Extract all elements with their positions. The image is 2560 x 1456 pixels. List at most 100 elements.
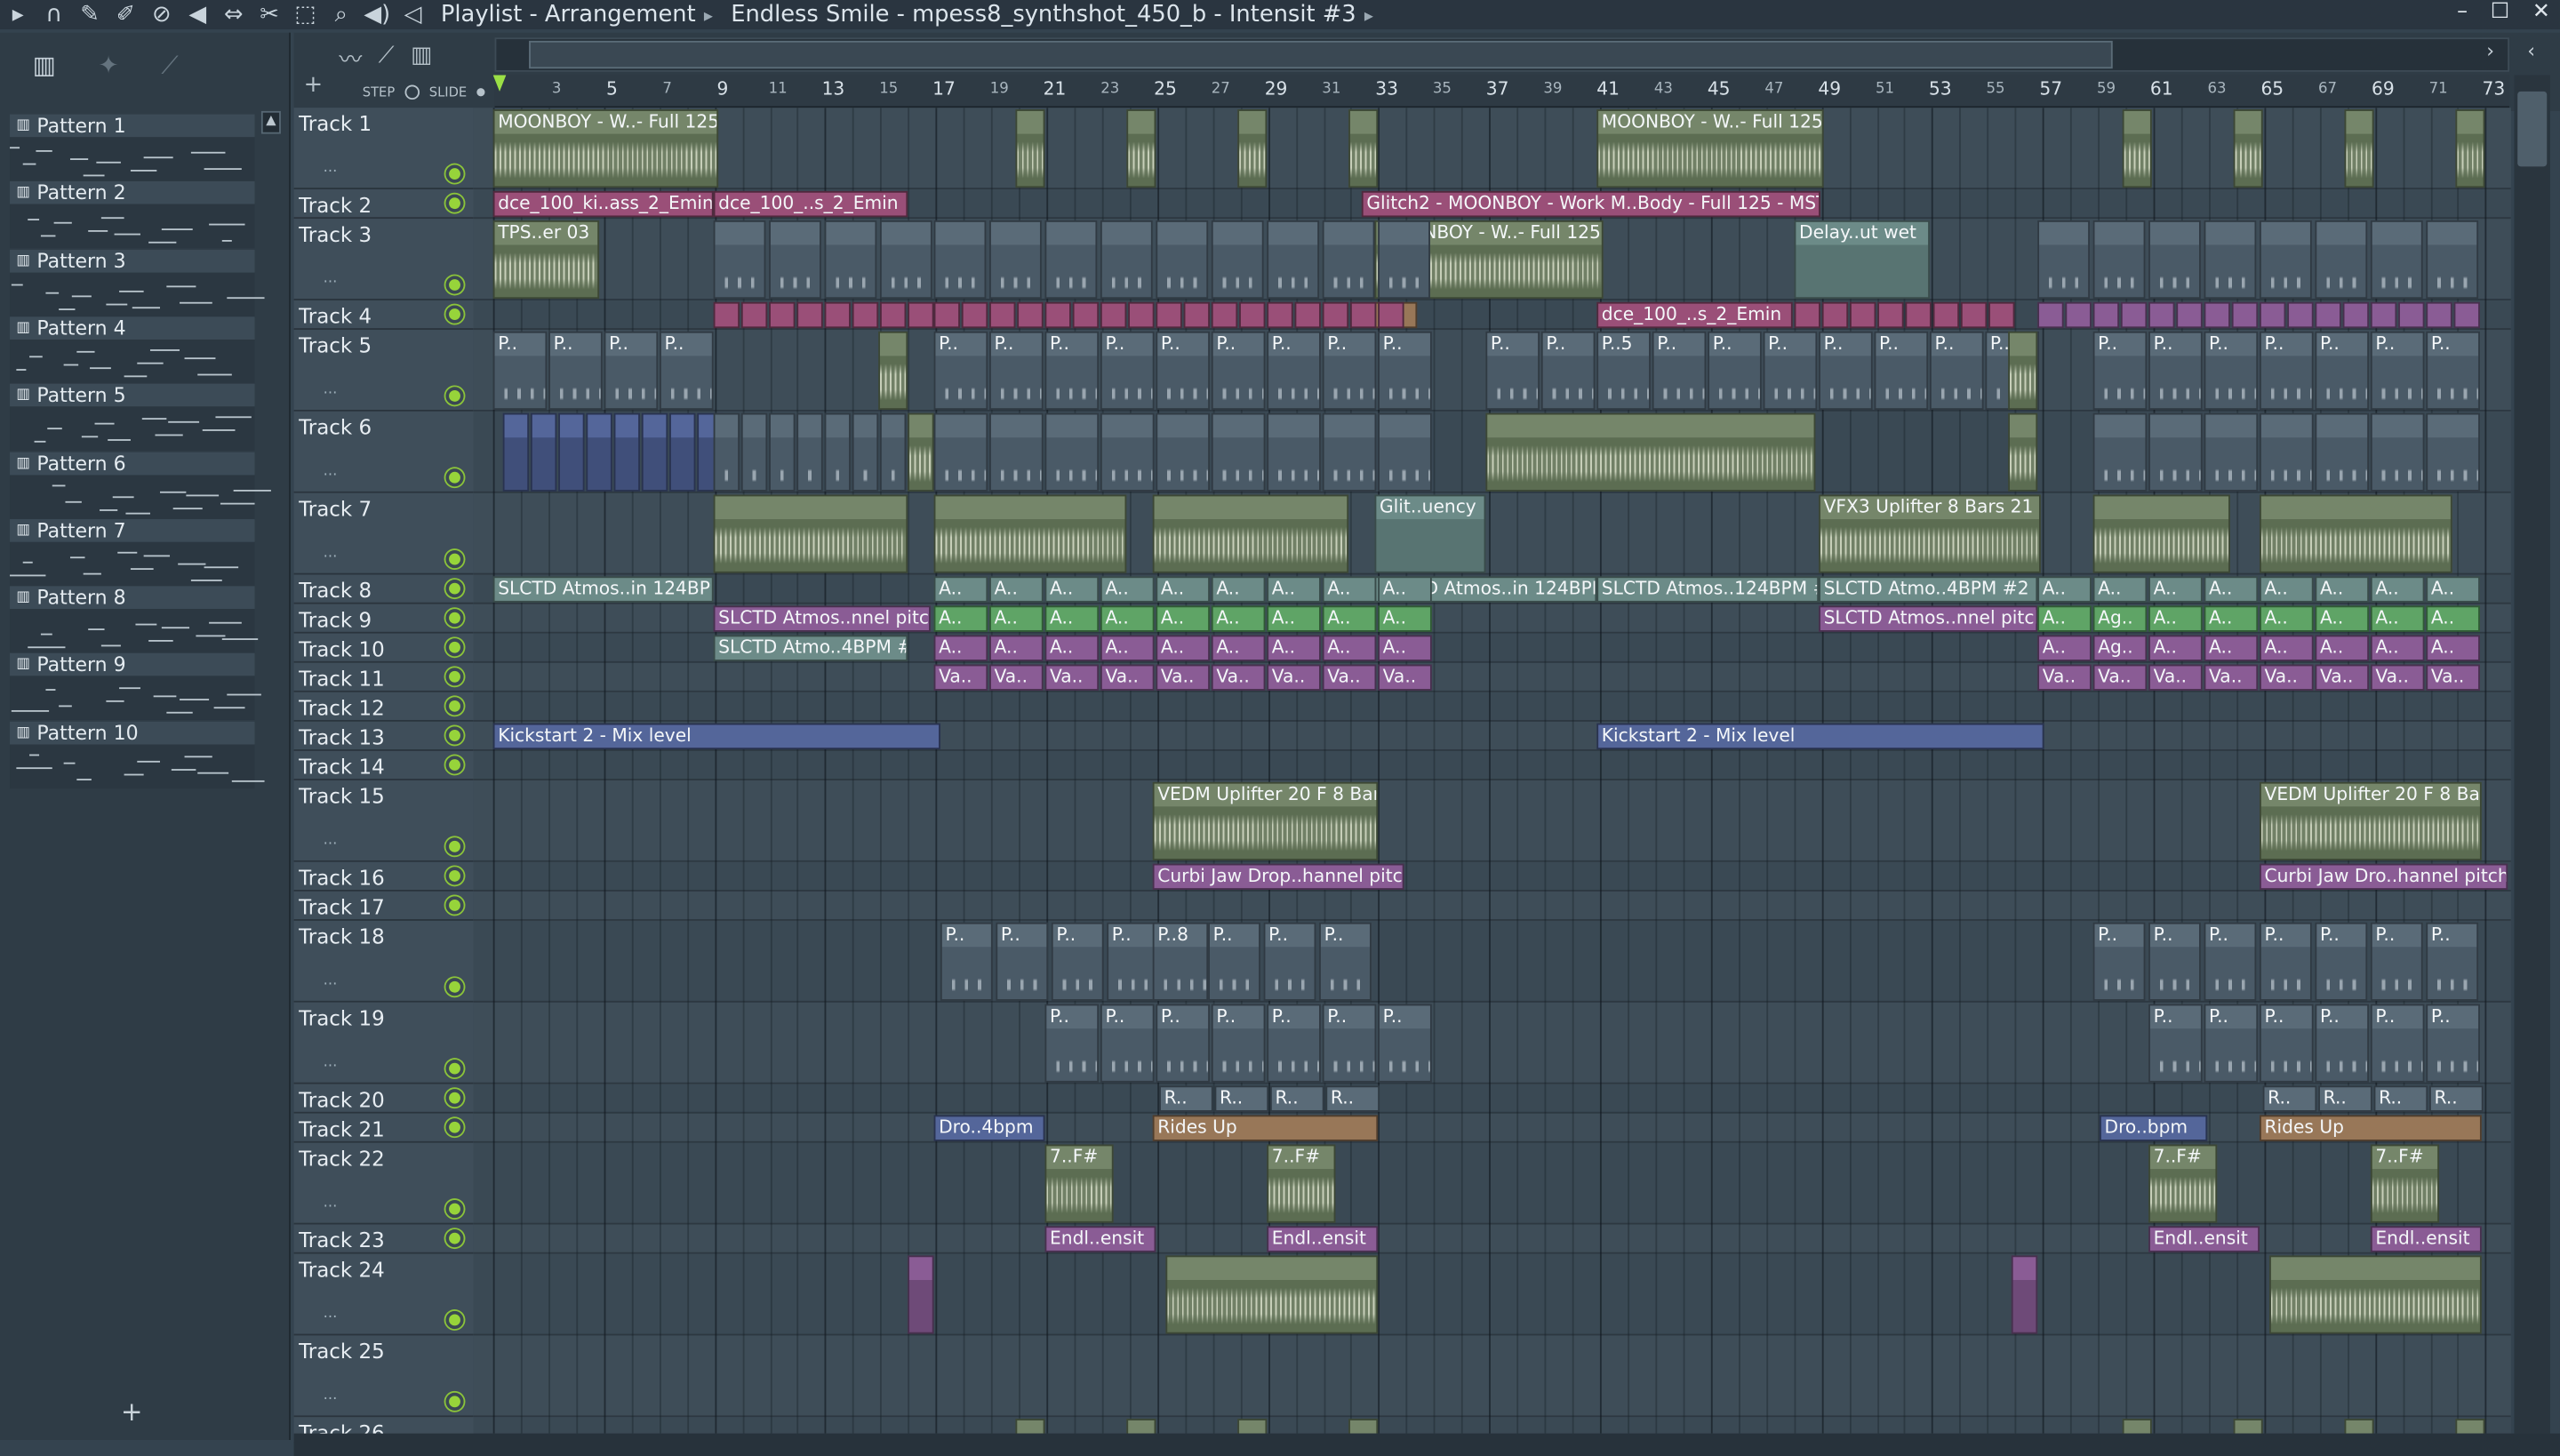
- playlist-clip[interactable]: [796, 301, 823, 329]
- playlist-clip[interactable]: A..: [2037, 576, 2092, 603]
- track-header[interactable]: Track 15...: [293, 780, 474, 862]
- playlist-clip[interactable]: Va..: [989, 664, 1044, 691]
- playlist-clip[interactable]: A..: [2204, 576, 2259, 603]
- track-header[interactable]: Track 25...: [293, 1335, 474, 1418]
- playlist-clip[interactable]: [1044, 412, 1100, 492]
- track-options-dots[interactable]: ...: [324, 833, 338, 849]
- playlist-clip[interactable]: P..: [989, 331, 1044, 411]
- scroll-right-icon[interactable]: ›: [2486, 39, 2494, 62]
- playlist-clip[interactable]: P..: [2259, 331, 2314, 411]
- playlist-clip[interactable]: [2370, 412, 2425, 492]
- playlist-clip[interactable]: A..: [1322, 635, 1377, 661]
- pattern-item[interactable]: ▥ Pattern 6: [10, 451, 271, 519]
- playlist-clip[interactable]: [2453, 301, 2480, 329]
- playlist-clip[interactable]: A..: [1267, 576, 1321, 603]
- playlist-clip[interactable]: P..: [1378, 331, 1432, 411]
- timeline-ruler[interactable]: 3 5 7 9 11 13 15 17 19 21 23 25 27 29 31 33 35 37 39 41 43 45…: [494, 75, 2510, 108]
- track-options-dots[interactable]: ...: [324, 1388, 338, 1404]
- playlist-clip[interactable]: [1322, 301, 1349, 329]
- vertical-scroll-thumb[interactable]: [2517, 91, 2548, 167]
- playlist-clip[interactable]: [2037, 220, 2090, 300]
- track-options-dots[interactable]: ...: [324, 973, 338, 989]
- playlist-clip[interactable]: P..: [1763, 331, 1818, 411]
- track-enable-led[interactable]: [445, 305, 464, 324]
- playlist-clip[interactable]: A..: [2259, 576, 2314, 603]
- playlist-clip[interactable]: A..: [1211, 576, 1266, 603]
- playlist-clip[interactable]: A..: [933, 635, 988, 661]
- playlist-clip[interactable]: [989, 220, 1042, 300]
- playlist-clip[interactable]: P..: [2315, 1004, 2370, 1083]
- playlist-clip[interactable]: [2092, 220, 2146, 300]
- playlist-clip[interactable]: [1348, 109, 1379, 188]
- playlist-clip[interactable]: A..: [1100, 576, 1155, 603]
- playlist-clip[interactable]: SLCTD Atmos..nnel pitch: [713, 605, 931, 632]
- play-arrow-icon[interactable]: ▸: [0, 0, 36, 29]
- playlist-clip[interactable]: [2315, 301, 2341, 329]
- playlist-clip[interactable]: P..: [1485, 331, 1540, 411]
- playlist-clip[interactable]: A..: [2426, 635, 2480, 661]
- playlist-clip[interactable]: SLCTD Atmos..124BPM #2: [1596, 576, 1820, 603]
- track-options-dots[interactable]: ...: [324, 464, 338, 480]
- playlist-clip[interactable]: P..: [940, 922, 993, 1001]
- playlist-clip[interactable]: SLCTD Atmos..in 124BPM: [492, 576, 714, 603]
- playlist-clip[interactable]: [2065, 301, 2092, 329]
- playlist-clip[interactable]: [2455, 1419, 2485, 1434]
- playlist-clip[interactable]: [1100, 301, 1127, 329]
- playlist-clip[interactable]: Va..: [2370, 664, 2425, 691]
- slip-tool-icon[interactable]: ⇔: [215, 0, 251, 29]
- playlist-clip[interactable]: [2259, 301, 2286, 329]
- playlist-clip[interactable]: A..: [989, 576, 1044, 603]
- playlist-clip[interactable]: [933, 412, 988, 492]
- playlist-clip[interactable]: R..: [2373, 1085, 2428, 1112]
- playlist-clip[interactable]: [2011, 1255, 2038, 1334]
- playlist-clip[interactable]: [2148, 220, 2201, 300]
- playlist-clip[interactable]: P..: [2204, 331, 2259, 411]
- track-lane[interactable]: [473, 1253, 2511, 1336]
- playlist-clip[interactable]: Delay..ut wet: [1794, 220, 1930, 300]
- playlist-clip[interactable]: [2092, 301, 2120, 329]
- playlist-clip[interactable]: [2233, 109, 2263, 188]
- playlist-clip[interactable]: MOONBOY - W..- Full 125: [1596, 109, 1824, 188]
- playlist-clip[interactable]: [2259, 494, 2452, 573]
- playlist-clip[interactable]: A..: [2092, 576, 2148, 603]
- track-enable-led[interactable]: [445, 1060, 464, 1078]
- track-enable-led[interactable]: [445, 387, 464, 405]
- playlist-clip[interactable]: [713, 220, 766, 300]
- playlist-clip[interactable]: [2426, 301, 2452, 329]
- playlist-clip[interactable]: P..: [1156, 331, 1210, 411]
- playlist-clip[interactable]: Va..: [2426, 664, 2480, 691]
- track-enable-led[interactable]: [445, 549, 464, 569]
- playlist-clip[interactable]: P..: [1874, 331, 1929, 411]
- playlist-clip[interactable]: P..: [1267, 1004, 1321, 1083]
- track-header[interactable]: Track 8: [293, 574, 474, 604]
- playlist-clip[interactable]: A..: [2148, 605, 2203, 632]
- playlist-clip[interactable]: A..: [2259, 635, 2314, 661]
- song-overview-scrollbar[interactable]: [494, 37, 2510, 72]
- playlist-clip[interactable]: [1267, 412, 1321, 492]
- track-header[interactable]: Track 10: [293, 633, 474, 663]
- playlist-clip[interactable]: [2370, 301, 2397, 329]
- playlist-clip[interactable]: P..: [2092, 331, 2148, 411]
- playlist-clip[interactable]: A..: [933, 605, 988, 632]
- playlist-clip[interactable]: [2259, 412, 2314, 492]
- playlist-clip[interactable]: R..: [1214, 1085, 1269, 1112]
- track-enable-led[interactable]: [445, 1310, 464, 1330]
- playlist-clip[interactable]: [2008, 412, 2038, 492]
- playlist-clip[interactable]: P..: [1322, 1004, 1377, 1083]
- playlist-clip[interactable]: Va..: [1267, 664, 1321, 691]
- playlist-clip[interactable]: P..: [2315, 331, 2370, 411]
- playlist-clip[interactable]: P..: [548, 331, 603, 411]
- playlist-clip[interactable]: P..: [660, 331, 714, 411]
- playlist-clip[interactable]: A..: [2037, 635, 2092, 661]
- playlist-clip[interactable]: [961, 301, 988, 329]
- playlist-clip[interactable]: [641, 412, 668, 492]
- track-enable-led[interactable]: [445, 668, 464, 686]
- maximize-button[interactable]: ☐: [2491, 0, 2509, 25]
- track-options-dots[interactable]: ...: [324, 382, 338, 398]
- playlist-clip[interactable]: 7..F#: [2370, 1144, 2440, 1223]
- playlist-clip[interactable]: A..: [1211, 635, 1266, 661]
- track-enable-led[interactable]: [445, 697, 464, 716]
- playlist-clip[interactable]: P..: [1051, 922, 1104, 1001]
- playlist-clip[interactable]: [933, 494, 1127, 573]
- playlist-clip[interactable]: 7..F#: [1044, 1144, 1114, 1223]
